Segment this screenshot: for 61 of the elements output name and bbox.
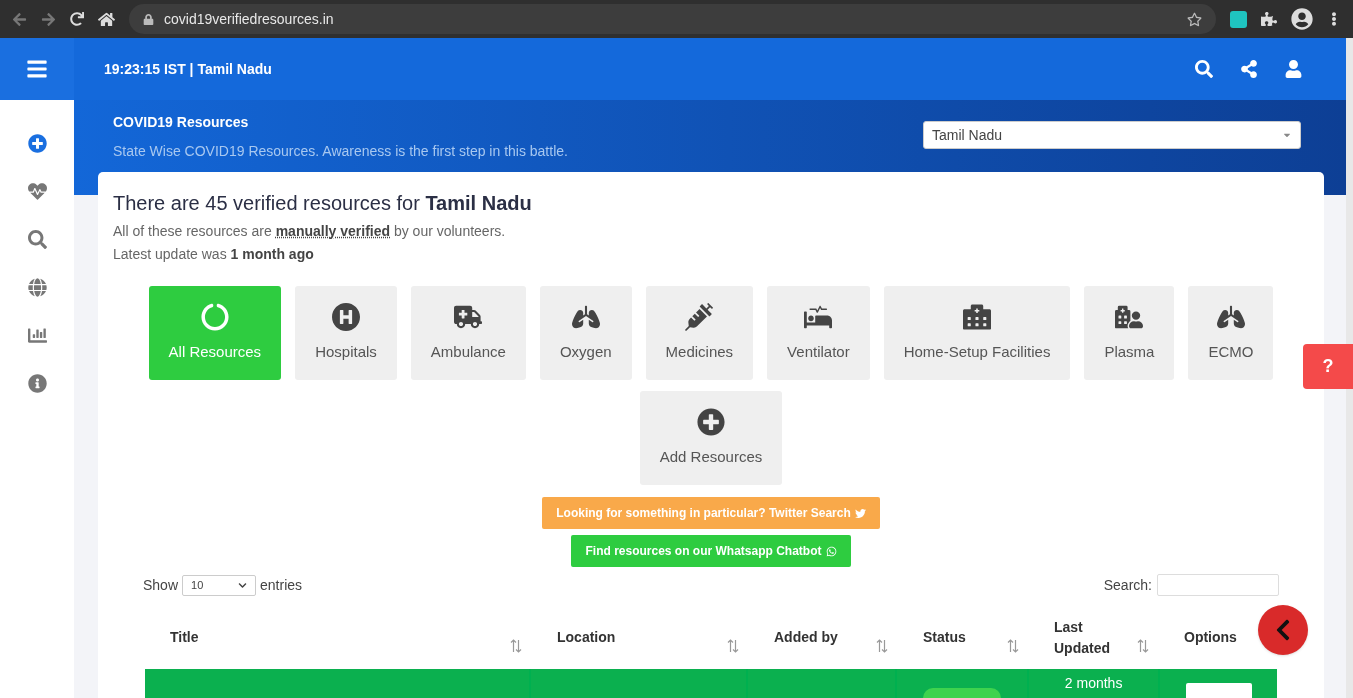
category-tile[interactable]: Oxygen (539, 286, 632, 380)
column-header[interactable]: Location (557, 627, 616, 648)
sort-icon (1137, 639, 1149, 653)
hospital-building-icon (963, 302, 991, 331)
profile-icon[interactable] (1291, 8, 1313, 30)
twitter-bird-icon (854, 507, 866, 519)
summary-heading: There are 45 verified resources for Tamil Nadu (113, 191, 533, 216)
category-tile[interactable]: Ventilator (767, 286, 870, 380)
column-header[interactable]: Last Updated (1054, 616, 1129, 659)
update-text: Latest update was 1 month ago (113, 245, 315, 264)
category-tile[interactable]: Ambulance (410, 286, 526, 380)
entries-label: entries (260, 575, 303, 595)
globe-icon[interactable] (27, 278, 47, 297)
help-tab[interactable]: ? (1303, 344, 1353, 389)
star-icon[interactable] (1187, 11, 1202, 27)
banner-title: COVID19 Resources (113, 113, 250, 132)
last-updated-cell-text: 2 months (1064, 674, 1123, 693)
whatsapp-icon (825, 545, 837, 557)
lock-icon (143, 13, 154, 25)
page-size-select[interactable]: 10 (182, 574, 257, 596)
ring-icon (200, 302, 229, 331)
column-header[interactable]: Status (923, 627, 966, 648)
search-label: Search: (1103, 575, 1152, 595)
forward-icon[interactable] (41, 11, 56, 27)
address-bar[interactable]: covid19verifiedresources.in (129, 4, 1216, 34)
bar-chart-icon[interactable] (27, 326, 47, 345)
category-tile[interactable]: Home-Setup Facilities (883, 286, 1071, 380)
url-text: covid19verifiedresources.in (164, 9, 335, 29)
summary-text: All of these resources are manually verified by our volunteers. (113, 222, 507, 241)
search-icon[interactable] (1195, 60, 1213, 78)
category-tile[interactable]: ECMO (1188, 286, 1274, 380)
home-icon[interactable] (98, 10, 115, 28)
heartbeat-icon[interactable] (27, 182, 47, 201)
chevron-icon (238, 580, 248, 590)
column-header[interactable]: Title (170, 627, 199, 648)
sort-icon (1007, 639, 1019, 653)
category-tile[interactable]: Plasma (1084, 286, 1175, 380)
sort-icon (510, 639, 522, 653)
sort-icon (876, 639, 888, 653)
back-icon[interactable] (12, 11, 27, 27)
user-icon[interactable] (1285, 60, 1302, 78)
state-select[interactable]: Tamil Nadu (923, 121, 1301, 149)
syringe-icon (685, 302, 714, 331)
column-header[interactable]: Added by (774, 627, 838, 648)
search-icon[interactable] (27, 230, 47, 249)
column-header[interactable]: Options (1184, 627, 1237, 648)
category-tile[interactable]: Hospitals (295, 286, 397, 380)
category-tile[interactable]: Medicines (645, 286, 754, 380)
menu-icon[interactable] (26, 58, 48, 80)
extension-icon[interactable] (1230, 10, 1247, 28)
info-icon[interactable] (27, 374, 47, 393)
banner-subtitle: State Wise COVID19 Resources. Awareness is the first step in this battle. (113, 142, 569, 161)
puzzle-icon[interactable] (1261, 11, 1277, 27)
category-tile[interactable]: Add Resources (639, 391, 783, 485)
table-search-field[interactable] (1157, 574, 1279, 596)
sort-icon (727, 639, 739, 653)
reload-icon[interactable] (70, 12, 84, 26)
hospital-h-icon (331, 302, 360, 331)
header-title: 19:23:15 IST | Tamil Nadu (104, 59, 273, 79)
show-label: Show (143, 575, 179, 595)
share-icon[interactable] (1240, 60, 1258, 78)
